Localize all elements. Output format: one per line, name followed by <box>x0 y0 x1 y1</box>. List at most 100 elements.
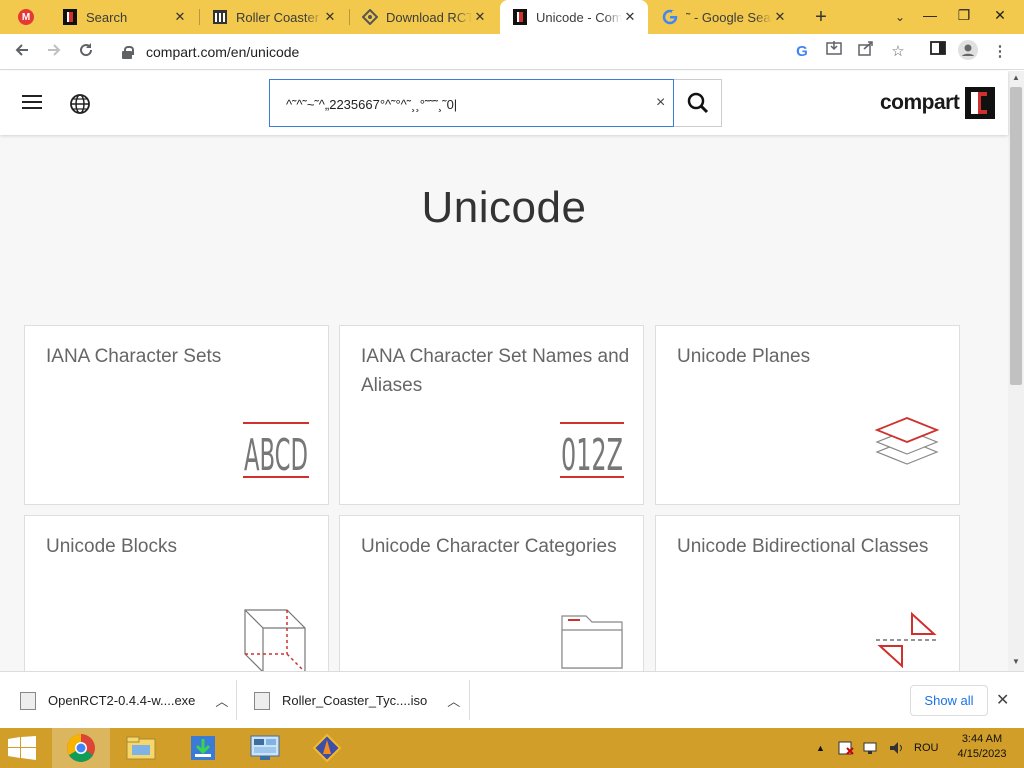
forward-button[interactable] <box>40 38 68 66</box>
card-title: Unicode Planes <box>677 346 811 367</box>
close-tab-icon[interactable]: ✕ <box>622 9 638 25</box>
action-center-icon[interactable] <box>838 728 854 768</box>
hamburger-menu-icon[interactable] <box>22 95 42 111</box>
windows-start-icon[interactable] <box>8 736 36 760</box>
compart-logo-mark-icon <box>965 87 996 119</box>
close-tab-icon[interactable]: ✕ <box>322 9 338 25</box>
card-title: Unicode Bidirectional Classes <box>677 536 929 557</box>
taskbar-file-explorer[interactable] <box>112 728 170 768</box>
card-unicode-character-categories[interactable]: Unicode Character Categories <box>339 515 644 671</box>
close-downloads-icon[interactable]: ✕ <box>996 690 1009 710</box>
tab-title: Unicode - Compart <box>536 9 622 25</box>
maximize-button[interactable]: ❐ <box>946 0 982 32</box>
icon-text: ABCD <box>244 430 308 478</box>
tab-mail[interactable]: M <box>6 0 50 34</box>
card-title: IANA Character Set Names and Aliases <box>361 346 630 396</box>
kebab-menu-icon[interactable]: ⋮ <box>988 40 1012 64</box>
diamond-icon <box>362 9 378 25</box>
chrome-icon <box>67 734 95 762</box>
tab-google-search[interactable]: ˜ - Google Search ✕ <box>650 0 798 34</box>
share-icon[interactable] <box>854 40 878 64</box>
search-icon <box>687 92 708 114</box>
lock-icon[interactable] <box>120 45 134 59</box>
card-unicode-bidirectional-classes[interactable]: Unicode Bidirectional Classes <box>655 515 960 671</box>
forward-arrow-icon <box>48 44 61 56</box>
globe-language-icon[interactable] <box>69 93 91 115</box>
clock-date: 4/15/2023 <box>957 748 1007 760</box>
tab-title: ˜ - Google Search <box>686 9 772 25</box>
digits-icon: 012Z <box>560 422 624 483</box>
network-icon[interactable] <box>862 728 878 768</box>
reload-button[interactable] <box>72 38 100 66</box>
cube-icon <box>243 608 309 671</box>
layers-icon <box>874 416 940 489</box>
taskbar-control-panel[interactable] <box>236 728 294 768</box>
scrollbar-thumb[interactable] <box>1010 87 1022 385</box>
compart-favicon-icon <box>62 9 78 25</box>
search-button[interactable] <box>674 79 722 127</box>
new-tab-button[interactable]: + <box>808 5 834 29</box>
abcd-icon: ABCD <box>243 422 309 483</box>
tab-unicode-compart[interactable]: Unicode - Compart ✕ <box>500 0 648 34</box>
back-arrow-icon <box>15 44 28 56</box>
tab-download-rct2[interactable]: Download RCT2 ✕ <box>350 0 498 34</box>
tab-search[interactable]: Search ✕ <box>50 0 198 34</box>
taskbar-chrome[interactable] <box>52 728 110 768</box>
volume-icon[interactable] <box>888 728 904 768</box>
reload-icon <box>80 43 93 57</box>
system-clock[interactable]: 3:44 AM 4/15/2023 <box>950 732 1014 762</box>
google-icon <box>662 9 678 25</box>
browser-toolbar: compart.com/en/unicode G ☆ ⋮ <box>0 34 1024 70</box>
control-panel-icon <box>250 735 280 760</box>
download-manager-icon <box>191 736 215 760</box>
show-all-button[interactable]: Show all <box>910 685 988 716</box>
close-window-button[interactable]: ✕ <box>982 0 1018 32</box>
tab-roller-coaster[interactable]: Roller Coaster Tycoon ✕ <box>200 0 348 34</box>
download-item-iso[interactable]: Roller_Coaster_Tyc....iso ︿ <box>254 672 460 729</box>
download-filename: OpenRCT2-0.4.4-w....exe <box>48 693 196 708</box>
logo-text: compart <box>880 91 960 114</box>
search-input[interactable] <box>286 94 646 114</box>
address-bar[interactable]: compart.com/en/unicode <box>108 37 784 67</box>
rct2-app-icon <box>312 733 342 763</box>
show-hidden-icons[interactable]: ▲ <box>816 728 825 768</box>
compart-logo[interactable]: compart <box>880 87 996 119</box>
side-panel-icon[interactable] <box>926 40 950 64</box>
page-content: Unicode IANA Character Sets ABCD IANA Ch… <box>0 135 1008 671</box>
card-iana-character-sets[interactable]: IANA Character Sets ABCD <box>24 325 329 505</box>
tab-title: Download RCT2 <box>386 9 472 25</box>
card-unicode-planes[interactable]: Unicode Planes <box>655 325 960 505</box>
google-translate-icon[interactable]: G <box>790 40 814 64</box>
close-tab-icon[interactable]: ✕ <box>772 9 788 25</box>
icon-text: 012Z <box>561 430 623 478</box>
download-item-exe[interactable]: OpenRCT2-0.4.4-w....exe ︿ <box>20 672 228 729</box>
scroll-up-icon[interactable]: ▲ <box>1008 71 1024 85</box>
bookmark-star-icon[interactable]: ☆ <box>886 40 910 64</box>
site-header: × compart <box>0 71 1008 135</box>
url-text: compart.com/en/unicode <box>146 44 300 60</box>
close-tab-icon[interactable]: ✕ <box>172 9 188 25</box>
vertical-scrollbar[interactable]: ▲ ▼ <box>1008 71 1024 671</box>
clear-search-icon[interactable]: × <box>656 94 665 112</box>
tab-search-chevron-icon[interactable]: ⌄ <box>888 5 912 29</box>
chevron-up-icon[interactable]: ︿ <box>447 691 460 710</box>
profile-avatar-icon[interactable] <box>956 40 980 64</box>
install-app-icon[interactable] <box>822 40 846 64</box>
card-unicode-blocks[interactable]: Unicode Blocks <box>24 515 329 671</box>
taskbar-downloader[interactable] <box>174 728 232 768</box>
taskbar-vlc[interactable] <box>298 728 356 768</box>
tab-title: Roller Coaster Tycoon <box>236 9 322 25</box>
input-language[interactable]: ROU <box>914 728 938 768</box>
scroll-down-icon[interactable]: ▼ <box>1008 655 1024 669</box>
folder-icon <box>560 612 624 671</box>
card-iana-charset-names-aliases[interactable]: IANA Character Set Names and Aliases 012… <box>339 325 644 505</box>
compart-favicon-icon <box>512 9 528 25</box>
back-button[interactable] <box>8 38 36 66</box>
m-logo-icon: M <box>18 9 34 25</box>
museum-icon <box>212 9 228 25</box>
minimize-button[interactable]: — <box>912 0 948 32</box>
card-title: Unicode Character Categories <box>361 536 617 557</box>
windows-taskbar: ▲ ROU 3:44 AM 4/15/2023 <box>0 728 1024 768</box>
chevron-up-icon[interactable]: ︿ <box>215 691 228 710</box>
close-tab-icon[interactable]: ✕ <box>472 9 488 25</box>
